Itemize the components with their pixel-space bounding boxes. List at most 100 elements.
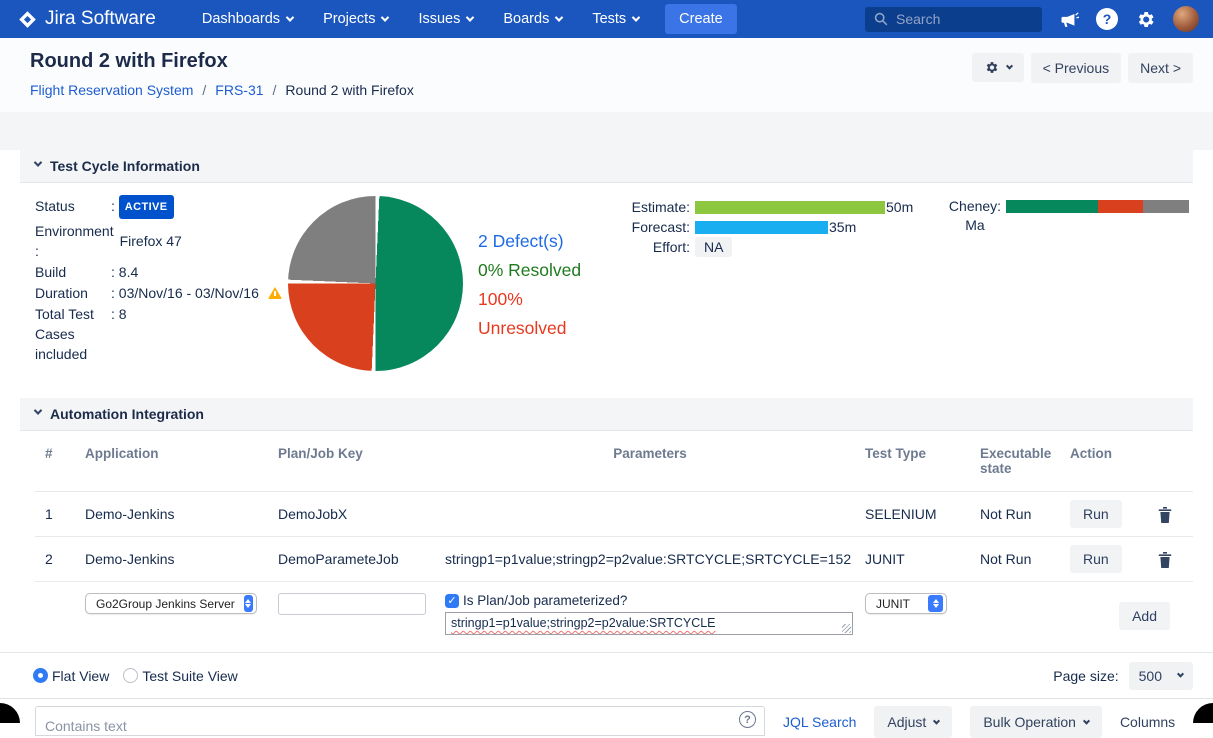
chevron-down-icon [381, 13, 390, 22]
nav-item-issues[interactable]: Issues [418, 11, 475, 27]
nav-item-boards[interactable]: Boards [503, 11, 564, 27]
global-search[interactable] [865, 6, 1077, 32]
effort-value: NA [695, 237, 733, 257]
section-title: Automation Integration [50, 406, 204, 422]
top-navbar: Jira Software Dashboards Projects Issues… [0, 0, 1213, 38]
section-test-cycle-information[interactable]: Test Cycle Information [20, 150, 1193, 183]
total-test-cases-label: Total Test Cases included [35, 306, 94, 362]
test-suite-view-radio[interactable]: Test Suite View [123, 668, 238, 684]
status-badge: ACTIVE [118, 195, 174, 219]
jira-logo[interactable]: Jira Software [18, 8, 156, 30]
help-icon[interactable]: ? [1096, 8, 1118, 30]
previous-button[interactable]: < Previous [1030, 53, 1122, 83]
build-value: 8.4 [118, 264, 139, 280]
col-num: # [45, 446, 53, 461]
select-spinner-icon [243, 595, 253, 612]
estimate-bar-fill [695, 200, 885, 214]
run-button[interactable]: Run [1070, 500, 1122, 528]
parameters-textarea[interactable]: stringp1=p1value;stringp2=p2value:SRTCYC… [445, 612, 853, 635]
jql-search-link[interactable]: JQL Search [783, 714, 856, 730]
breadcrumb-project-link[interactable]: Flight Reservation System [30, 82, 193, 98]
cell-test-type: SELENIUM [865, 506, 937, 522]
cell-plan-job-key: DemoJobX [278, 506, 348, 522]
columns-button[interactable]: Columns [1120, 714, 1175, 730]
unresolved-percent: 100% Unresolved [478, 289, 567, 338]
search-icon [874, 12, 888, 26]
parameterized-checkbox[interactable]: ✓ [445, 593, 459, 608]
view-toggle-row: Flat View Test Suite View Page size: 500 [0, 652, 1213, 698]
radio-unselected-icon [123, 668, 139, 683]
bulk-operation-button[interactable]: Bulk Operation [970, 706, 1102, 738]
defects-count-link[interactable]: 2 Defect(s) [478, 227, 603, 256]
table-row: 1 Demo-Jenkins DemoJobX SELENIUM Not Run… [35, 491, 1193, 536]
contains-text-input[interactable] [35, 706, 765, 736]
adjust-button[interactable]: Adjust [874, 706, 953, 738]
trash-icon[interactable] [1158, 552, 1172, 569]
cell-parameters: stringp1=p1value;stringp2=p2value:SRTCYC… [445, 551, 852, 567]
search-input[interactable] [896, 11, 1077, 27]
chevron-down-icon [285, 13, 295, 22]
avatar[interactable] [1173, 6, 1199, 32]
chevron-down-icon [1176, 670, 1185, 678]
chevron-down-icon [631, 13, 641, 22]
plan-job-key-input[interactable] [278, 593, 426, 615]
chevron-down-icon [555, 13, 564, 22]
nav-item-dashboards[interactable]: Dashboards [202, 11, 295, 27]
jira-logo-text: Jira Software [45, 8, 156, 29]
trash-icon[interactable] [1158, 507, 1172, 524]
test-type-select[interactable]: JUNIT [865, 593, 947, 614]
chevron-down-icon [33, 406, 43, 415]
breadcrumb-current: Round 2 with Firefox [285, 82, 414, 98]
duration-label: Duration [35, 285, 88, 301]
chevron-down-icon [933, 717, 941, 725]
table-row: 2 Demo-Jenkins DemoParameteJob stringp1=… [35, 536, 1193, 581]
cycle-settings-button[interactable] [971, 53, 1024, 82]
table-header-row: # Application Plan/Job Key Parameters Te… [35, 431, 1193, 491]
gear-icon[interactable] [1135, 9, 1156, 30]
duration-value: 03/Nov/16 - 03/Nov/16 [118, 285, 259, 301]
warning-icon [267, 287, 282, 299]
add-button[interactable]: Add [1119, 602, 1170, 630]
estimate-value: 50m [886, 199, 914, 215]
flat-view-radio[interactable]: Flat View [33, 668, 109, 684]
cycle-info-fields: Status : ACTIVE Environment : Firefox 47… [35, 195, 285, 365]
megaphone-icon[interactable] [1059, 9, 1079, 29]
automation-table: # Application Plan/Job Key Parameters Te… [35, 431, 1193, 652]
col-parameters: Parameters [613, 446, 687, 461]
forecast-bar-fill [695, 220, 828, 234]
cell-executable-state: Not Run [980, 551, 1032, 567]
server-select[interactable]: Go2Group Jenkins Server [85, 593, 257, 614]
environment-value: Firefox 47 [119, 233, 182, 249]
col-action: Action [1070, 446, 1112, 461]
select-spinner-icon [928, 595, 943, 612]
section-automation-integration[interactable]: Automation Integration [20, 398, 1193, 431]
radio-selected-icon [33, 668, 48, 683]
jira-diamond-icon [18, 10, 37, 29]
section-title: Test Cycle Information [50, 158, 200, 174]
col-test-type: Test Type [865, 446, 927, 461]
gear-icon [986, 62, 997, 73]
create-button[interactable]: Create [665, 4, 737, 34]
nav-item-projects[interactable]: Projects [323, 11, 390, 27]
nav-menus: Dashboards Projects Issues Boards Tests [202, 11, 641, 27]
cell-application: Demo-Jenkins [85, 506, 175, 522]
status-label: Status [35, 198, 75, 214]
help-icon[interactable]: ? [739, 711, 756, 728]
run-button[interactable]: Run [1070, 545, 1122, 573]
tester-name-label: Cheney: Ma [948, 198, 1002, 233]
next-button[interactable]: Next > [1128, 53, 1193, 83]
breadcrumb-issue-link[interactable]: FRS-31 [215, 82, 263, 98]
nav-item-tests[interactable]: Tests [592, 11, 641, 27]
page-size-select[interactable]: 500 [1128, 661, 1193, 690]
resolved-percent: 0% Resolved [478, 260, 582, 280]
col-plan-job-key: Plan/Job Key [278, 446, 363, 461]
cell-plan-job-key: DemoParameteJob [278, 551, 399, 567]
tester-progress: Cheney: Ma [944, 197, 1189, 235]
effort-block: Estimate: 50m Forecast: 35m Effort: NA [608, 197, 913, 257]
page-background-band [0, 112, 1213, 150]
environment-label: Environment : [35, 223, 114, 259]
build-label: Build [35, 264, 67, 280]
col-executable-state: Executable state [980, 446, 1052, 476]
chevron-down-icon [1005, 62, 1013, 70]
chevron-down-icon [33, 158, 43, 167]
